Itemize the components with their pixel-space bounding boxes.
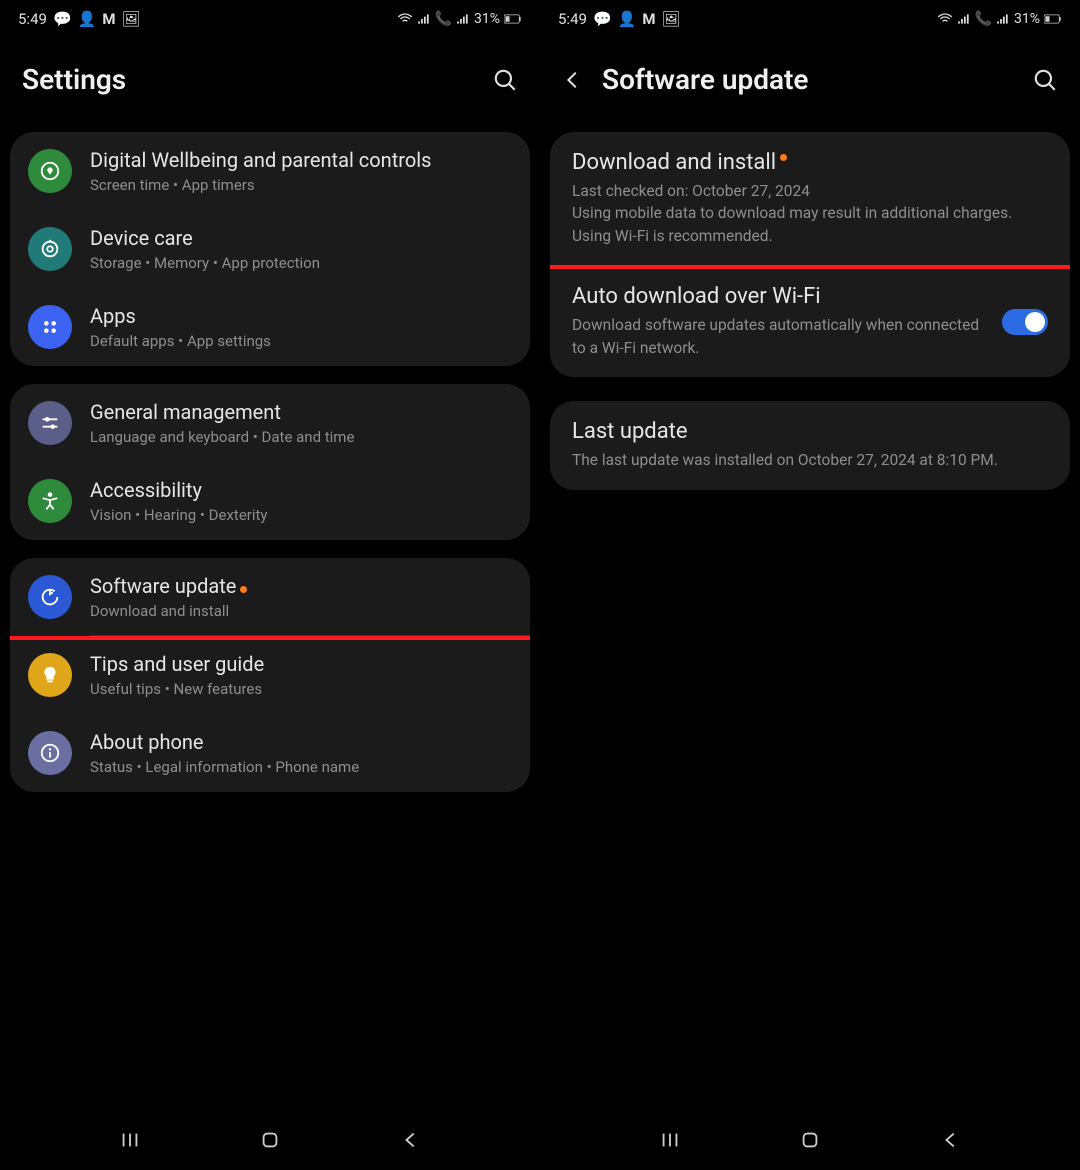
- settings-header: Settings: [0, 38, 540, 126]
- item-subtitle: The last update was installed on October…: [572, 449, 1048, 471]
- item-title: Device care: [90, 226, 512, 251]
- item-title: About phone: [90, 730, 512, 755]
- home-button[interactable]: [259, 1129, 281, 1155]
- update-icon: [28, 575, 72, 619]
- battery-icon: [504, 13, 522, 25]
- item-title: Last update: [572, 419, 1048, 444]
- signal2-icon: [996, 12, 1010, 26]
- search-icon[interactable]: [492, 67, 518, 93]
- account-icon: 👤: [78, 10, 97, 28]
- battery-icon: [1044, 13, 1062, 25]
- navigation-bar: [0, 1114, 540, 1170]
- item-title: Digital Wellbeing and parental controls: [90, 148, 512, 173]
- home-button[interactable]: [799, 1129, 821, 1155]
- accessibility-icon: [28, 479, 72, 523]
- battery-text: 31%: [1014, 11, 1040, 27]
- update-item-auto-download-over-wi-fi[interactable]: Auto download over Wi-Fi Download softwar…: [550, 266, 1070, 377]
- settings-item-tips-and-user-guide[interactable]: Tips and user guide Useful tips • New fea…: [10, 636, 530, 714]
- navigation-bar: [540, 1114, 1080, 1170]
- settings-item-about-phone[interactable]: About phone Status • Legal information • …: [10, 714, 530, 792]
- status-bar: 5:49 💬 👤 M 🖼 📞 31%: [540, 0, 1080, 38]
- item-subtitle: Default apps • App settings: [90, 332, 512, 350]
- status-time: 5:49: [18, 10, 47, 28]
- item-title: Accessibility: [90, 478, 512, 503]
- device-care-icon: [28, 227, 72, 271]
- signal2-icon: [456, 12, 470, 26]
- item-subtitle: Useful tips • New features: [90, 680, 512, 698]
- gmail-icon: M: [102, 10, 115, 28]
- volte-icon: 📞: [435, 11, 452, 27]
- settings-screen: 5:49 💬 👤 M 🖼 📞 31% Settings: [0, 0, 540, 1170]
- notification-dot-icon: [240, 586, 247, 593]
- item-subtitle: Status • Legal information • Phone name: [90, 758, 512, 776]
- status-time: 5:49: [558, 10, 587, 28]
- item-title: Apps: [90, 304, 512, 329]
- info-icon: [28, 731, 72, 775]
- item-subtitle: Vision • Hearing • Dexterity: [90, 506, 512, 524]
- wifi-icon: [397, 11, 413, 27]
- wellbeing-icon: [28, 149, 72, 193]
- recents-button[interactable]: [659, 1129, 681, 1155]
- signal-icon: [957, 12, 971, 26]
- update-item-last-update[interactable]: Last update The last update was installed…: [550, 401, 1070, 489]
- page-title: Software update: [602, 63, 809, 96]
- software-update-header: Software update: [540, 38, 1080, 126]
- chat-icon: 💬: [593, 10, 612, 28]
- item-subtitle: Download and install: [90, 602, 512, 620]
- item-subtitle: Storage • Memory • App protection: [90, 254, 512, 272]
- account-icon: 👤: [618, 10, 637, 28]
- wifi-icon: [937, 11, 953, 27]
- status-bar: 5:49 💬 👤 M 🖼 📞 31%: [0, 0, 540, 38]
- settings-item-digital-wellbeing-and-parental-controls[interactable]: Digital Wellbeing and parental controls S…: [10, 132, 530, 210]
- item-title: General management: [90, 400, 512, 425]
- settings-group: General management Language and keyboard …: [10, 384, 530, 540]
- recents-button[interactable]: [119, 1129, 141, 1155]
- software-update-screen: 5:49 💬 👤 M 🖼 📞 31%: [540, 0, 1080, 1170]
- settings-item-device-care[interactable]: Device care Storage • Memory • App protec…: [10, 210, 530, 288]
- back-button[interactable]: [400, 1129, 422, 1155]
- item-subtitle: Language and keyboard • Date and time: [90, 428, 512, 446]
- sliders-icon: [28, 401, 72, 445]
- back-icon[interactable]: [562, 69, 584, 91]
- search-icon[interactable]: [1032, 67, 1058, 93]
- item-title: Tips and user guide: [90, 652, 512, 677]
- notification-dot-icon: [780, 154, 787, 161]
- item-subtitle: Download software updates automatically …: [572, 314, 990, 359]
- settings-item-accessibility[interactable]: Accessibility Vision • Hearing • Dexterit…: [10, 462, 530, 540]
- bulb-icon: [28, 653, 72, 697]
- item-title: Download and install: [572, 150, 1048, 175]
- image-icon: 🖼: [121, 10, 140, 28]
- back-button[interactable]: [940, 1129, 962, 1155]
- settings-group: Software update Download and install Tips …: [10, 558, 530, 792]
- item-subtitle: Screen time • App timers: [90, 176, 512, 194]
- auto-download-toggle[interactable]: [1002, 309, 1048, 335]
- volte-icon: 📞: [975, 11, 992, 27]
- settings-group: Digital Wellbeing and parental controls S…: [10, 132, 530, 366]
- gmail-icon: M: [642, 10, 655, 28]
- signal-icon: [417, 12, 431, 26]
- settings-item-general-management[interactable]: General management Language and keyboard …: [10, 384, 530, 462]
- page-title: Settings: [22, 63, 126, 96]
- battery-text: 31%: [474, 11, 500, 27]
- image-icon: 🖼: [661, 10, 680, 28]
- apps-icon: [28, 305, 72, 349]
- update-item-download-and-install[interactable]: Download and install Last checked on: Oct…: [550, 132, 1070, 265]
- item-subtitle: Last checked on: October 27, 2024 Using …: [572, 180, 1048, 247]
- settings-item-software-update[interactable]: Software update Download and install: [10, 558, 530, 636]
- settings-item-apps[interactable]: Apps Default apps • App settings: [10, 288, 530, 366]
- item-title: Auto download over Wi-Fi: [572, 284, 990, 309]
- item-title: Software update: [90, 574, 512, 599]
- chat-icon: 💬: [53, 10, 72, 28]
